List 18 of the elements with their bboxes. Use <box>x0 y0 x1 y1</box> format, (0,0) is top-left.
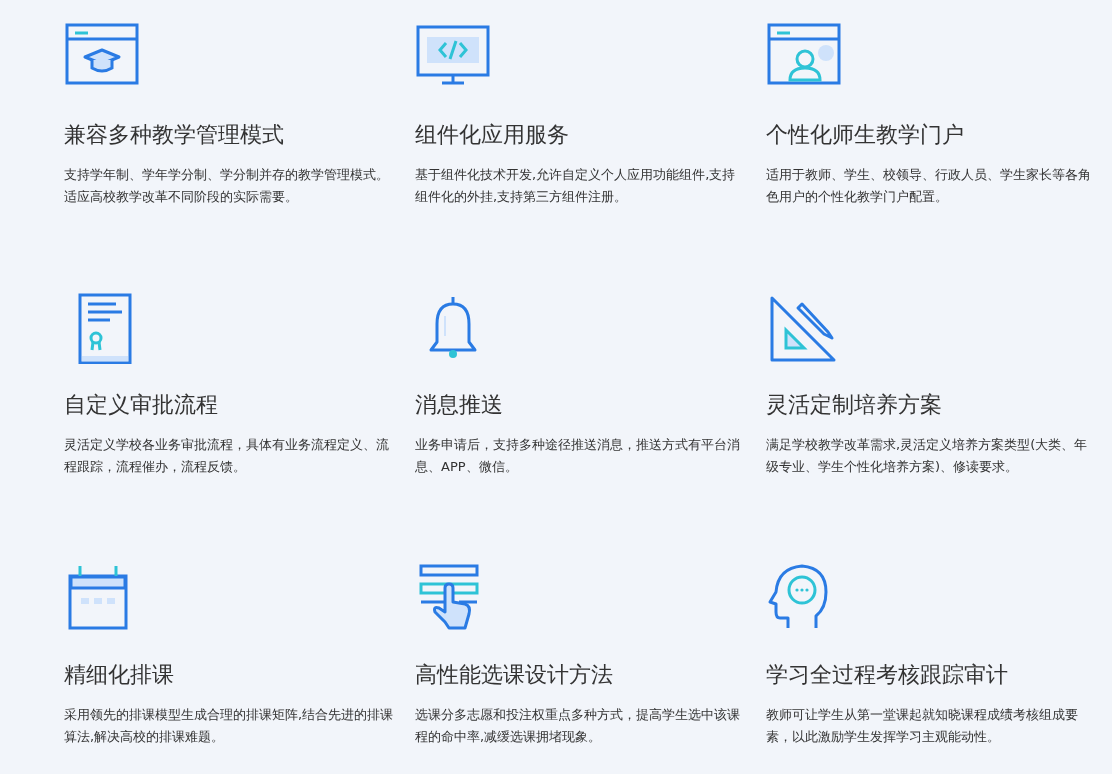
feature-title: 组件化应用服务 <box>415 121 569 149</box>
feature-description: 业务申请后，支持多种途径推送消息，推送方式有平台消息、APP、微信。 <box>415 436 741 476</box>
feature-description: 基于组件化技术开发,允许自定义个人应用功能组件,支持组件化的外挂,支持第三方组件注册。 <box>415 166 737 206</box>
feature-description: 支持学年制、学年学分制、学分制并存的教学管理模式。适应高校教学改革不同阶段的实际需要。 <box>64 166 390 206</box>
feature-title: 个性化师生教学门户 <box>766 121 964 149</box>
feature-title: 兼容多种教学管理模式 <box>64 121 284 149</box>
feature-title: 灵活定制培养方案 <box>766 391 942 419</box>
feature-title: 学习全过程考核跟踪审计 <box>766 661 1008 689</box>
feature-description: 灵活定义学校各业务审批流程，具体有业务流程定义、流程跟踪，流程催办，流程反馈。 <box>64 436 390 476</box>
feature-title: 自定义审批流程 <box>64 391 218 419</box>
feature-title: 精细化排课 <box>64 661 174 689</box>
feature-description: 满足学校教学改革需求,灵活定义培养方案类型(大类、年级专业、学生个性化培养方案)、修读要求。 <box>766 436 1089 476</box>
feature-description: 教师可让学生从第一堂课起就知晓课程成绩考核组成要素，以此激励学生发挥学习主观能动性。 <box>766 706 1079 746</box>
feature-description: 选课分多志愿和投注权重点多种方式，提高学生选中该课程的命中率,减缓选课拥堵现象。 <box>415 706 741 746</box>
feature-description: 采用领先的排课模型生成合理的排课矩阵,结合先进的排课算法,解决高校的排课难题。 <box>64 706 394 746</box>
feature-description: 适用于教师、学生、校领导、行政人员、学生家长等各角色用户的个性化教学门户配置。 <box>766 166 1092 206</box>
feature-title: 消息推送 <box>415 391 503 419</box>
feature-title: 高性能选课设计方法 <box>415 661 613 689</box>
